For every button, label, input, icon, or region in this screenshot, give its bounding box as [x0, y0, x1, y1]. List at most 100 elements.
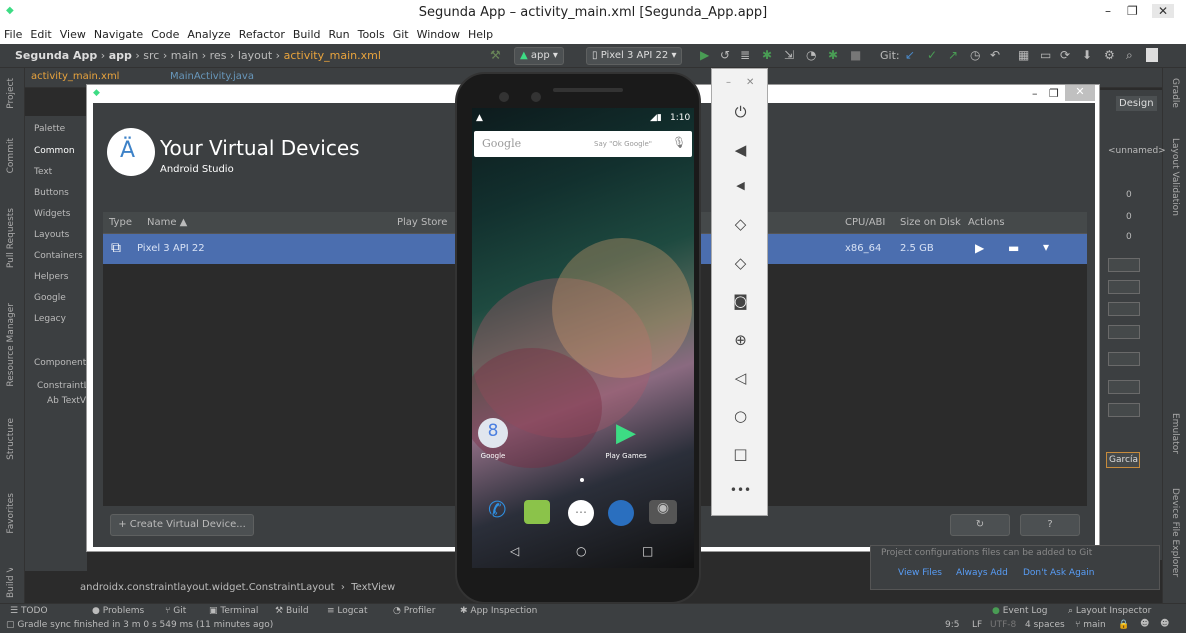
text-attribute-field[interactable]: García	[1106, 452, 1140, 468]
volume-down-icon[interactable]: ◀	[712, 179, 769, 192]
tree-textview[interactable]: Ab TextView	[47, 396, 87, 406]
git-commit-icon[interactable]: ✓	[927, 48, 937, 62]
tool-structure[interactable]: Structure	[6, 418, 16, 460]
memory-icon[interactable]: ☻	[1160, 619, 1169, 629]
tool-event-log[interactable]: ● Event Log	[992, 606, 1047, 616]
tool-layout-inspector[interactable]: ⌕ Layout Inspector	[1068, 606, 1151, 616]
menu-build[interactable]: Build	[289, 26, 325, 41]
menu-file[interactable]: File	[0, 26, 26, 41]
breadcrumb-file[interactable]: activity_main.xml	[284, 49, 381, 62]
phone-app-icon[interactable]: ✆	[488, 498, 506, 523]
zoom-icon[interactable]: ⊕	[712, 331, 769, 349]
col-type[interactable]: Type	[109, 217, 132, 228]
col-cpu[interactable]: CPU/ABI	[845, 217, 885, 228]
avd-close-button[interactable]: ✕	[1065, 85, 1095, 101]
col-name[interactable]: Name ▲	[147, 217, 187, 228]
tool-git[interactable]: ⑂ Git	[165, 606, 186, 616]
tool-profiler[interactable]: ◔ Profiler	[393, 606, 435, 616]
menu-view[interactable]: View	[56, 26, 90, 41]
power-icon[interactable]: ⏻	[712, 103, 769, 121]
tool-device-file-explorer[interactable]: Device File Explorer	[1170, 488, 1180, 577]
tool-build[interactable]: ⚒ Build	[275, 606, 309, 616]
attribute-field[interactable]	[1108, 352, 1140, 366]
git-push-icon[interactable]: ↗	[948, 48, 958, 62]
profile-icon[interactable]: ◔	[806, 48, 816, 62]
menu-tools[interactable]: Tools	[354, 26, 389, 41]
col-actions[interactable]: Actions	[968, 217, 1005, 228]
home-icon[interactable]: ○	[576, 544, 586, 558]
git-branch[interactable]: ⑂ main	[1075, 620, 1106, 630]
breadcrumb-src[interactable]: src	[143, 49, 159, 62]
breadcrumb-constraint-layout[interactable]: androidx.constraintlayout.widget.Constra…	[80, 582, 335, 593]
recents-icon[interactable]: □	[642, 544, 653, 558]
app-google[interactable]: 8 Google	[474, 418, 512, 460]
tool-layout-validation[interactable]: Layout Validation	[1170, 138, 1180, 216]
back-icon[interactable]: ◁	[712, 369, 769, 387]
breadcrumb-layout[interactable]: layout	[238, 49, 272, 62]
tool-todo[interactable]: ☰ TODO	[10, 606, 48, 616]
lock-icon[interactable]: 🔒	[1118, 620, 1129, 630]
history-icon[interactable]: ◷	[970, 48, 980, 62]
design-tab[interactable]: Design	[1116, 96, 1157, 111]
tool-problems[interactable]: ● Problems	[92, 606, 144, 616]
encoding[interactable]: UTF-8	[990, 620, 1016, 630]
emu-close-button[interactable]: ✕	[746, 77, 754, 88]
google-search-bar[interactable]: Google Say "Ok Google" 🎙	[474, 131, 692, 157]
tool-gradle[interactable]: Gradle	[1170, 78, 1180, 108]
apply-code-icon[interactable]: ≣	[740, 48, 750, 62]
tab-main-activity[interactable]: MainActivity.java	[170, 71, 254, 82]
breadcrumb-project[interactable]: Segunda App	[15, 49, 97, 62]
attribute-field[interactable]	[1108, 280, 1140, 294]
dont-ask-again-link[interactable]: Don't Ask Again	[1023, 568, 1095, 578]
run-icon[interactable]: ▶	[700, 48, 709, 62]
tree-constraint-layout[interactable]: ConstraintLayout	[37, 381, 87, 391]
col-size[interactable]: Size on Disk	[900, 217, 961, 228]
palette-widgets[interactable]: Widgets	[34, 209, 70, 219]
tool-app-inspection[interactable]: ✱ App Inspection	[460, 606, 537, 616]
messaging-app-icon[interactable]	[524, 500, 550, 524]
minimize-button[interactable]: –	[1105, 4, 1111, 18]
debug-icon[interactable]: ✱	[762, 48, 772, 62]
close-button[interactable]: ✕	[1152, 4, 1175, 18]
attribute-field[interactable]	[1108, 302, 1140, 316]
emu-minimize-button[interactable]: –	[726, 77, 731, 88]
stop-icon[interactable]: ■	[850, 48, 861, 62]
menu-refactor[interactable]: Refactor	[235, 26, 289, 41]
settings-icon[interactable]: ⚙	[1104, 48, 1115, 62]
folder-icon[interactable]: ▬	[1008, 241, 1019, 255]
attribute-field[interactable]	[1108, 380, 1140, 394]
attribute-field[interactable]	[1108, 325, 1140, 339]
avd-maximize-button[interactable]: ❐	[1049, 87, 1059, 100]
browser-app-icon[interactable]	[608, 500, 634, 526]
device-manager-icon[interactable]: ▭	[1040, 48, 1051, 62]
launch-icon[interactable]: ▶	[975, 241, 984, 255]
search-icon[interactable]: ⌕	[1126, 48, 1133, 63]
menu-code[interactable]: Code	[147, 26, 183, 41]
screenshot-icon[interactable]: ◙	[712, 292, 769, 310]
attribute-field[interactable]	[1108, 403, 1140, 417]
attach-debugger-icon[interactable]: ⇲	[784, 48, 794, 62]
attribute-field[interactable]	[1108, 258, 1140, 272]
camera-app-icon[interactable]: ◉	[649, 500, 677, 524]
project-structure-icon[interactable]: ▦	[1018, 48, 1029, 62]
breadcrumb-textview[interactable]: TextView	[351, 582, 395, 593]
caret-position[interactable]: 9:5	[945, 620, 959, 630]
menu-run[interactable]: Run	[325, 26, 354, 41]
maximize-button[interactable]: ❐	[1127, 4, 1138, 18]
run-config-dropdown[interactable]: ▲ app ▾	[514, 47, 564, 65]
tool-pull-requests[interactable]: Pull Requests	[6, 208, 16, 268]
more-icon[interactable]: •••	[712, 483, 769, 497]
overview-icon[interactable]: □	[712, 445, 769, 463]
tool-project[interactable]: Project	[6, 78, 16, 109]
rotate-left-icon[interactable]: ◇	[712, 215, 769, 233]
always-add-link[interactable]: Always Add	[956, 568, 1008, 578]
view-files-link[interactable]: View Files	[898, 568, 942, 578]
breadcrumb-main[interactable]: main	[171, 49, 198, 62]
account-icon[interactable]	[1146, 48, 1158, 62]
sdk-manager-icon[interactable]: ⬇	[1082, 48, 1092, 62]
breadcrumb-res[interactable]: res	[210, 49, 227, 62]
avd-minimize-button[interactable]: –	[1032, 87, 1038, 100]
tool-logcat[interactable]: ≡ Logcat	[327, 606, 367, 616]
menu-analyze[interactable]: Analyze	[183, 26, 234, 41]
palette-helpers[interactable]: Helpers	[34, 272, 68, 282]
